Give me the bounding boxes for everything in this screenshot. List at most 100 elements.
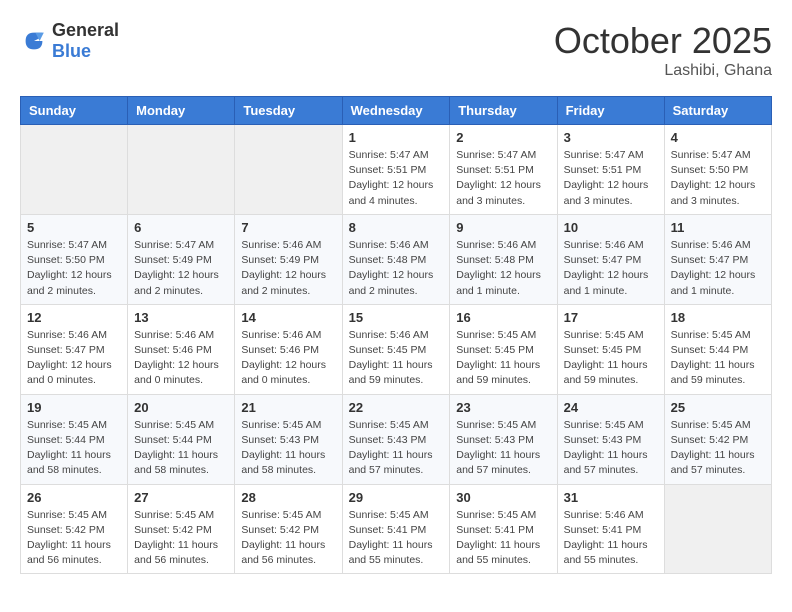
logo-text-blue: Blue <box>52 41 91 61</box>
day-of-week-header: Wednesday <box>342 97 450 125</box>
calendar-week-row: 26 Sunrise: 5:45 AMSunset: 5:42 PMDaylig… <box>21 484 772 574</box>
day-number: 24 <box>564 400 658 415</box>
calendar-week-row: 19 Sunrise: 5:45 AMSunset: 5:44 PMDaylig… <box>21 394 772 484</box>
day-number: 9 <box>456 220 550 235</box>
calendar-cell: 20 Sunrise: 5:45 AMSunset: 5:44 PMDaylig… <box>128 394 235 484</box>
day-number: 18 <box>671 310 765 325</box>
day-detail: Sunrise: 5:46 AMSunset: 5:47 PMDaylight:… <box>27 328 121 389</box>
calendar-cell: 23 Sunrise: 5:45 AMSunset: 5:43 PMDaylig… <box>450 394 557 484</box>
location-title: Lashibi, Ghana <box>554 62 772 80</box>
day-number: 31 <box>564 490 658 505</box>
calendar-cell: 24 Sunrise: 5:45 AMSunset: 5:43 PMDaylig… <box>557 394 664 484</box>
day-number: 2 <box>456 130 550 145</box>
month-title: October 2025 <box>554 20 772 62</box>
day-detail: Sunrise: 5:45 AMSunset: 5:45 PMDaylight:… <box>456 328 550 389</box>
day-number: 17 <box>564 310 658 325</box>
day-number: 29 <box>349 490 444 505</box>
day-detail: Sunrise: 5:47 AMSunset: 5:51 PMDaylight:… <box>349 148 444 209</box>
day-of-week-header: Saturday <box>664 97 771 125</box>
calendar-week-row: 5 Sunrise: 5:47 AMSunset: 5:50 PMDayligh… <box>21 214 772 304</box>
day-detail: Sunrise: 5:45 AMSunset: 5:43 PMDaylight:… <box>241 418 335 479</box>
calendar-cell: 15 Sunrise: 5:46 AMSunset: 5:45 PMDaylig… <box>342 304 450 394</box>
calendar-cell: 22 Sunrise: 5:45 AMSunset: 5:43 PMDaylig… <box>342 394 450 484</box>
calendar-cell: 8 Sunrise: 5:46 AMSunset: 5:48 PMDayligh… <box>342 214 450 304</box>
day-detail: Sunrise: 5:45 AMSunset: 5:42 PMDaylight:… <box>134 508 228 569</box>
calendar-cell: 10 Sunrise: 5:46 AMSunset: 5:47 PMDaylig… <box>557 214 664 304</box>
calendar-cell: 29 Sunrise: 5:45 AMSunset: 5:41 PMDaylig… <box>342 484 450 574</box>
day-number: 22 <box>349 400 444 415</box>
day-number: 1 <box>349 130 444 145</box>
day-detail: Sunrise: 5:47 AMSunset: 5:51 PMDaylight:… <box>564 148 658 209</box>
calendar-cell: 31 Sunrise: 5:46 AMSunset: 5:41 PMDaylig… <box>557 484 664 574</box>
calendar-cell: 25 Sunrise: 5:45 AMSunset: 5:42 PMDaylig… <box>664 394 771 484</box>
calendar-cell: 30 Sunrise: 5:45 AMSunset: 5:41 PMDaylig… <box>450 484 557 574</box>
calendar-cell: 27 Sunrise: 5:45 AMSunset: 5:42 PMDaylig… <box>128 484 235 574</box>
day-detail: Sunrise: 5:47 AMSunset: 5:49 PMDaylight:… <box>134 238 228 299</box>
day-of-week-header: Thursday <box>450 97 557 125</box>
day-number: 5 <box>27 220 121 235</box>
calendar-week-row: 1 Sunrise: 5:47 AMSunset: 5:51 PMDayligh… <box>21 125 772 215</box>
day-number: 12 <box>27 310 121 325</box>
title-block: October 2025 Lashibi, Ghana <box>554 20 772 80</box>
calendar-cell: 19 Sunrise: 5:45 AMSunset: 5:44 PMDaylig… <box>21 394 128 484</box>
day-detail: Sunrise: 5:47 AMSunset: 5:50 PMDaylight:… <box>27 238 121 299</box>
day-number: 15 <box>349 310 444 325</box>
logo-text-general: General <box>52 20 119 40</box>
calendar-cell: 11 Sunrise: 5:46 AMSunset: 5:47 PMDaylig… <box>664 214 771 304</box>
day-detail: Sunrise: 5:45 AMSunset: 5:42 PMDaylight:… <box>241 508 335 569</box>
calendar-table: SundayMondayTuesdayWednesdayThursdayFrid… <box>20 96 772 574</box>
calendar-cell: 14 Sunrise: 5:46 AMSunset: 5:46 PMDaylig… <box>235 304 342 394</box>
day-detail: Sunrise: 5:46 AMSunset: 5:46 PMDaylight:… <box>134 328 228 389</box>
day-of-week-header: Sunday <box>21 97 128 125</box>
calendar-cell: 1 Sunrise: 5:47 AMSunset: 5:51 PMDayligh… <box>342 125 450 215</box>
calendar-cell: 13 Sunrise: 5:46 AMSunset: 5:46 PMDaylig… <box>128 304 235 394</box>
calendar-cell: 17 Sunrise: 5:45 AMSunset: 5:45 PMDaylig… <box>557 304 664 394</box>
calendar-cell: 16 Sunrise: 5:45 AMSunset: 5:45 PMDaylig… <box>450 304 557 394</box>
day-detail: Sunrise: 5:46 AMSunset: 5:48 PMDaylight:… <box>349 238 444 299</box>
day-detail: Sunrise: 5:45 AMSunset: 5:41 PMDaylight:… <box>456 508 550 569</box>
calendar-cell: 18 Sunrise: 5:45 AMSunset: 5:44 PMDaylig… <box>664 304 771 394</box>
day-number: 11 <box>671 220 765 235</box>
day-detail: Sunrise: 5:46 AMSunset: 5:45 PMDaylight:… <box>349 328 444 389</box>
day-detail: Sunrise: 5:45 AMSunset: 5:42 PMDaylight:… <box>27 508 121 569</box>
day-detail: Sunrise: 5:46 AMSunset: 5:47 PMDaylight:… <box>564 238 658 299</box>
calendar-cell <box>128 125 235 215</box>
calendar-week-row: 12 Sunrise: 5:46 AMSunset: 5:47 PMDaylig… <box>21 304 772 394</box>
day-detail: Sunrise: 5:45 AMSunset: 5:44 PMDaylight:… <box>134 418 228 479</box>
day-number: 8 <box>349 220 444 235</box>
day-number: 25 <box>671 400 765 415</box>
day-detail: Sunrise: 5:47 AMSunset: 5:50 PMDaylight:… <box>671 148 765 209</box>
day-number: 26 <box>27 490 121 505</box>
day-number: 19 <box>27 400 121 415</box>
logo: General Blue <box>20 20 119 62</box>
day-number: 23 <box>456 400 550 415</box>
day-number: 3 <box>564 130 658 145</box>
day-detail: Sunrise: 5:45 AMSunset: 5:44 PMDaylight:… <box>27 418 121 479</box>
day-number: 21 <box>241 400 335 415</box>
day-number: 4 <box>671 130 765 145</box>
calendar-cell <box>664 484 771 574</box>
day-number: 14 <box>241 310 335 325</box>
day-detail: Sunrise: 5:45 AMSunset: 5:43 PMDaylight:… <box>564 418 658 479</box>
day-number: 28 <box>241 490 335 505</box>
calendar-cell: 2 Sunrise: 5:47 AMSunset: 5:51 PMDayligh… <box>450 125 557 215</box>
day-number: 27 <box>134 490 228 505</box>
day-detail: Sunrise: 5:46 AMSunset: 5:48 PMDaylight:… <box>456 238 550 299</box>
day-number: 13 <box>134 310 228 325</box>
calendar-cell: 9 Sunrise: 5:46 AMSunset: 5:48 PMDayligh… <box>450 214 557 304</box>
day-detail: Sunrise: 5:45 AMSunset: 5:45 PMDaylight:… <box>564 328 658 389</box>
calendar-cell <box>235 125 342 215</box>
calendar-cell: 12 Sunrise: 5:46 AMSunset: 5:47 PMDaylig… <box>21 304 128 394</box>
day-number: 10 <box>564 220 658 235</box>
calendar-cell: 26 Sunrise: 5:45 AMSunset: 5:42 PMDaylig… <box>21 484 128 574</box>
day-detail: Sunrise: 5:46 AMSunset: 5:41 PMDaylight:… <box>564 508 658 569</box>
calendar-cell: 28 Sunrise: 5:45 AMSunset: 5:42 PMDaylig… <box>235 484 342 574</box>
calendar-cell: 4 Sunrise: 5:47 AMSunset: 5:50 PMDayligh… <box>664 125 771 215</box>
calendar-cell: 21 Sunrise: 5:45 AMSunset: 5:43 PMDaylig… <box>235 394 342 484</box>
day-number: 20 <box>134 400 228 415</box>
day-detail: Sunrise: 5:47 AMSunset: 5:51 PMDaylight:… <box>456 148 550 209</box>
day-number: 7 <box>241 220 335 235</box>
calendar-cell: 7 Sunrise: 5:46 AMSunset: 5:49 PMDayligh… <box>235 214 342 304</box>
day-detail: Sunrise: 5:45 AMSunset: 5:43 PMDaylight:… <box>456 418 550 479</box>
day-of-week-header: Monday <box>128 97 235 125</box>
